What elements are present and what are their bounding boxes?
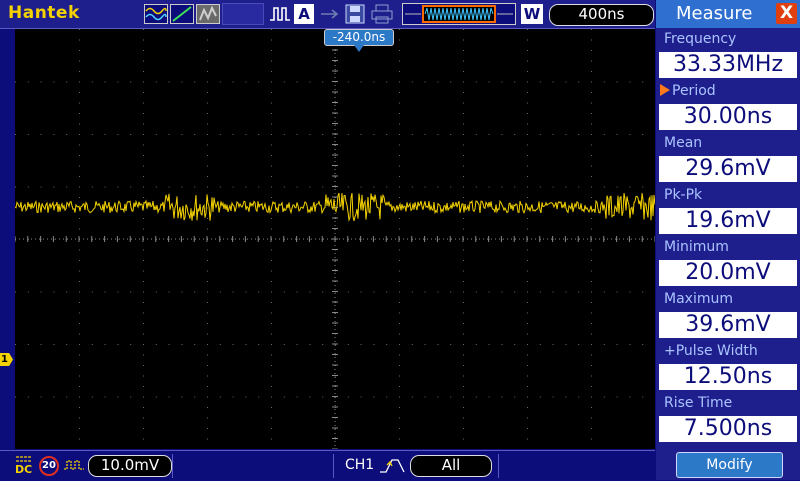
print-icon[interactable] xyxy=(370,4,394,24)
auto-icon[interactable]: A xyxy=(294,4,314,24)
measure-value: 19.6mV xyxy=(659,208,797,234)
measure-label-text: Minimum xyxy=(664,239,729,255)
measure-label-text: Period xyxy=(672,83,716,99)
measure-value: 29.6mV xyxy=(659,156,797,182)
measure-title: Measure xyxy=(676,3,753,24)
modify-button[interactable]: Modify xyxy=(676,452,783,478)
top-toolbar: Hantek A W 400ns xyxy=(0,0,655,29)
measure-label-text: Maximum xyxy=(664,291,733,307)
measure-panel: Measure X Frequency 33.33MHz Period 30.00ns… xyxy=(656,0,800,480)
waveform-display xyxy=(14,28,656,450)
arrow-icon xyxy=(318,4,342,24)
measure-value: 33.33MHz xyxy=(659,52,797,78)
persist-icon[interactable] xyxy=(196,4,220,24)
measure-label[interactable]: Period xyxy=(660,82,798,100)
measure-value: 39.6mV xyxy=(659,312,797,338)
measure-label[interactable]: Frequency xyxy=(664,30,798,48)
ch1-marker-label: 1 xyxy=(0,353,13,366)
window-label: W xyxy=(523,5,541,23)
trigger-position-marker[interactable]: -240.0ns xyxy=(324,29,394,46)
measure-label[interactable]: Maximum xyxy=(664,290,798,308)
measure-label[interactable]: Mean xyxy=(664,134,798,152)
measure-label-text: Pk-Pk xyxy=(664,187,703,203)
invert-pulse-icon[interactable] xyxy=(63,457,85,475)
measure-label-text: Rise Time xyxy=(664,395,733,411)
graticule xyxy=(14,28,656,450)
bw-limit-label: 20 xyxy=(42,460,56,471)
measure-label[interactable]: Minimum xyxy=(664,238,798,256)
waveform-shape-icon[interactable] xyxy=(170,4,194,24)
close-icon[interactable]: X xyxy=(776,3,797,24)
bottom-status-bar: DC 20 10.0mV CH1 All xyxy=(0,450,655,481)
measure-label[interactable]: Rise Time xyxy=(664,394,798,412)
measure-value: 30.00ns xyxy=(659,104,797,130)
measure-label-text: +Pulse Width xyxy=(664,343,758,359)
status-box xyxy=(222,3,264,25)
measure-value: 12.50ns xyxy=(659,364,797,390)
save-icon[interactable] xyxy=(344,4,366,24)
volts-div-readout[interactable]: 10.0mV xyxy=(88,455,172,477)
measure-label[interactable]: Pk-Pk xyxy=(664,186,798,204)
timebase-readout[interactable]: 400ns xyxy=(549,4,654,26)
selection-pointer-icon xyxy=(660,84,670,96)
divider xyxy=(172,454,173,478)
measure-label-text: Frequency xyxy=(664,31,737,47)
trigger-slope-icon[interactable] xyxy=(378,456,408,476)
window-icon[interactable]: W xyxy=(521,4,543,24)
measure-panel-header: Measure X xyxy=(656,0,800,28)
divider xyxy=(333,454,334,478)
trigger-source-label[interactable]: CH1 xyxy=(345,457,374,473)
memory-waveform-icon[interactable] xyxy=(402,3,516,25)
measure-label[interactable]: +Pulse Width xyxy=(664,342,798,360)
brand-logo: Hantek xyxy=(8,3,80,23)
measure-value: 7.500ns xyxy=(659,416,797,442)
bw-limit-indicator[interactable]: 20 xyxy=(39,456,59,476)
waveform-mode-icon[interactable] xyxy=(144,4,168,24)
coupling-label: DC xyxy=(15,463,33,476)
measure-value: 20.0mV xyxy=(659,260,797,286)
trigger-mode-readout[interactable]: All xyxy=(410,455,492,477)
auto-label: A xyxy=(298,5,310,23)
pulse-icon[interactable] xyxy=(268,4,292,24)
dc-coupling-icon xyxy=(16,456,32,462)
measure-label-text: Mean xyxy=(664,135,703,151)
divider xyxy=(498,454,499,478)
coupling-indicator[interactable]: DC xyxy=(15,455,33,477)
trigger-position-arrow-icon xyxy=(354,45,364,52)
